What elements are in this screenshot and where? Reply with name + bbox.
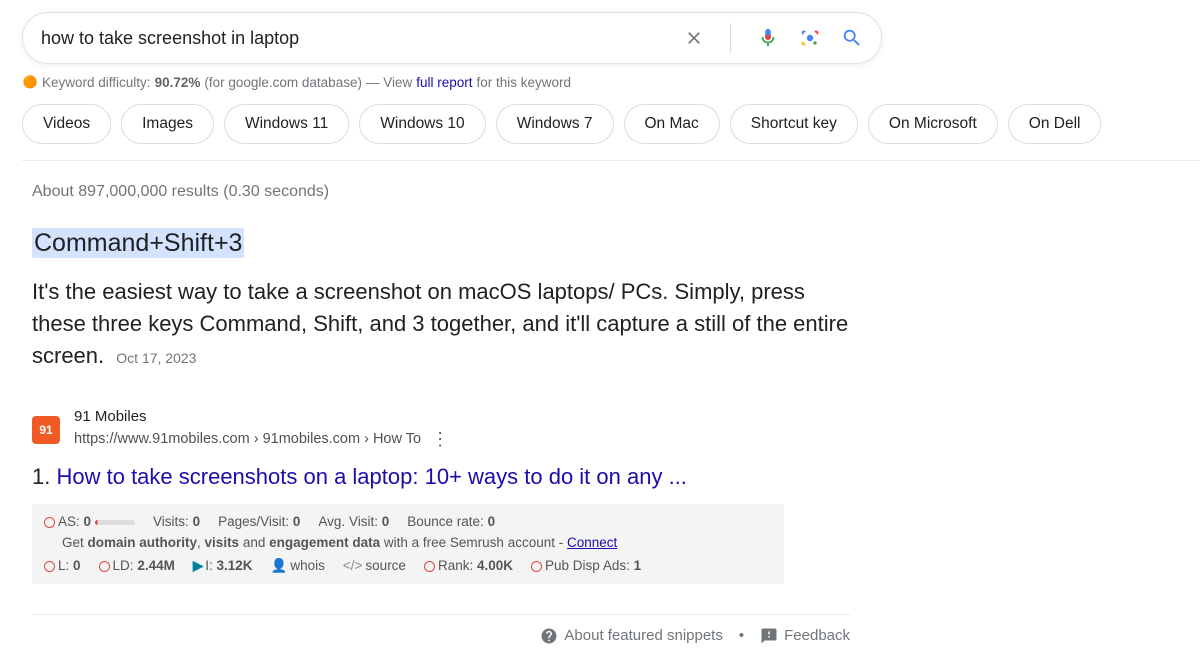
as-bar-icon (95, 520, 135, 525)
whois-link[interactable]: 👤whois (271, 558, 325, 574)
sem-as-value: 0 (84, 514, 92, 529)
kw-label: Keyword difficulty: (42, 75, 151, 90)
sem-pv-value: 0 (293, 514, 301, 529)
feedback-icon (760, 627, 778, 645)
help-icon (540, 627, 558, 645)
sem-av-label: Avg. Visit: (318, 514, 378, 529)
featured-date: Oct 17, 2023 (116, 350, 196, 366)
person-icon: 👤 (271, 558, 288, 573)
search-icon[interactable] (841, 27, 863, 49)
sem-pv-label: Pages/Visit: (218, 514, 289, 529)
sem-visits-value: 0 (193, 514, 201, 529)
semrush-panel: AS: 0 Visits: 0 Pages/Visit: 0 Avg. Visi… (32, 504, 784, 584)
sem-br-label: Bounce rate: (407, 514, 484, 529)
kw-db: (for google.com database) (204, 75, 362, 90)
filter-shortcut[interactable]: Shortcut key (730, 104, 858, 144)
result-stats: About 897,000,000 results (0.30 seconds) (32, 183, 1176, 201)
sem-rank-value: 4.00K (477, 558, 513, 573)
sem-av-value: 0 (382, 514, 390, 529)
keyword-difficulty-row: 🟠 Keyword difficulty: 90.72% (for google… (22, 74, 1176, 90)
filter-onmicrosoft[interactable]: On Microsoft (868, 104, 998, 144)
filter-windows11[interactable]: Windows 11 (224, 104, 349, 144)
kw-value: 90.72% (155, 75, 201, 90)
kw-full-report-link[interactable]: full report (416, 75, 472, 90)
sem-br-value: 0 (488, 514, 496, 529)
filter-images[interactable]: Images (121, 104, 214, 144)
circle-icon (44, 561, 55, 572)
connect-link[interactable]: Connect (567, 535, 617, 550)
sem-i-label: I: (205, 558, 213, 573)
filter-onmac[interactable]: On Mac (624, 104, 720, 144)
source-link[interactable]: </>source (343, 558, 406, 573)
featured-snippet-heading: Command+Shift+3 (32, 228, 244, 258)
featured-snippet-body: It's the easiest way to take a screensho… (32, 276, 852, 372)
lens-icon[interactable] (799, 27, 821, 49)
filter-ondell[interactable]: On Dell (1008, 104, 1102, 144)
about-featured-snippets-link[interactable]: About featured snippets (540, 627, 722, 645)
feedback-link[interactable]: Feedback (760, 627, 850, 645)
more-icon[interactable]: ⋮ (429, 427, 451, 452)
search-bar (22, 12, 882, 64)
result-title-link[interactable]: How to take screenshots on a laptop: 10+… (56, 464, 686, 489)
separator (730, 23, 731, 53)
kw-view: — View (366, 75, 412, 90)
sem-rank-label: Rank: (438, 558, 473, 573)
sem-l-value: 0 (73, 558, 81, 573)
semrush-icon: 🟠 (22, 74, 38, 90)
sem-ads-label: Pub Disp Ads: (545, 558, 630, 573)
search-input[interactable] (41, 28, 684, 49)
sem-visits-label: Visits: (153, 514, 189, 529)
result-number: 1. (32, 464, 50, 489)
kw-tail: for this keyword (477, 75, 572, 90)
sem-as-label: AS: (58, 514, 80, 529)
filter-windows7[interactable]: Windows 7 (496, 104, 614, 144)
circle-icon (531, 561, 542, 572)
filter-windows10[interactable]: Windows 10 (359, 104, 485, 144)
result-source-name: 91 Mobiles (74, 408, 451, 425)
mic-icon[interactable] (757, 27, 779, 49)
sem-i-value: 3.12K (217, 558, 253, 573)
clear-icon[interactable] (684, 28, 704, 48)
result-url: https://www.91mobiles.com › 91mobiles.co… (74, 431, 421, 447)
filter-row: Videos Images Windows 11 Windows 10 Wind… (22, 104, 1200, 161)
code-icon: </> (343, 558, 363, 573)
filter-videos[interactable]: Videos (22, 104, 111, 144)
bing-icon: ▶ (193, 558, 203, 573)
sem-prompt: Get domain authority, visits and engagem… (62, 535, 772, 550)
circle-icon (44, 517, 55, 528)
sem-l-label: L: (58, 558, 69, 573)
result-favicon: 91 (32, 416, 60, 444)
sem-ld-value: 2.44M (137, 558, 175, 573)
divider-dot: • (739, 627, 744, 644)
sem-ld-label: LD: (113, 558, 134, 573)
circle-icon (99, 561, 110, 572)
circle-icon (424, 561, 435, 572)
sem-ads-value: 1 (634, 558, 642, 573)
